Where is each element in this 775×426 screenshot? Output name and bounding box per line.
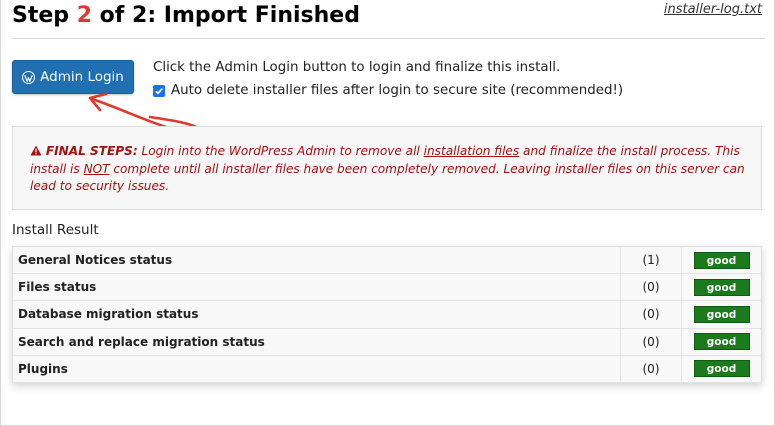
notice-text-3: complete until all installer files have … [30, 161, 745, 194]
row-count: (0) [620, 355, 682, 383]
row-count: (0) [620, 300, 682, 329]
installation-files-link[interactable]: installation files [424, 144, 520, 158]
wordpress-icon [22, 70, 36, 84]
installer-log-link[interactable]: installer-log.txt [664, 2, 762, 17]
admin-login-button[interactable]: Admin Login [12, 60, 134, 94]
table-row: Database migration status (0) good [12, 300, 762, 329]
table-row: General Notices status (1) good [12, 246, 762, 275]
row-name: Search and replace migration status [12, 328, 621, 356]
notice-text-1: Login into the WordPress Admin to remove… [137, 144, 424, 158]
admin-login-label: Admin Login [40, 69, 124, 85]
final-steps-notice: FINAL STEPS: Login into the WordPress Ad… [12, 126, 762, 210]
status-badge: good [693, 278, 750, 296]
auto-delete-option[interactable]: Auto delete installer files after login … [153, 83, 623, 98]
row-name: Files status [12, 273, 621, 302]
status-badge: good [693, 333, 750, 351]
install-result-label: Install Result [12, 222, 99, 238]
warning-icon [30, 145, 42, 156]
row-count: (0) [620, 273, 682, 302]
install-result-table: General Notices status (1) good Files st… [12, 246, 762, 383]
row-name: Database migration status [12, 300, 621, 329]
status-badge: good [693, 251, 750, 269]
table-row: Plugins (0) good [12, 355, 762, 383]
status-badge: good [693, 305, 750, 323]
row-name: General Notices status [12, 246, 621, 275]
title-divider [12, 38, 765, 39]
row-count: (0) [620, 328, 682, 356]
row-name: Plugins [12, 355, 621, 383]
status-badge: good [693, 360, 750, 378]
table-row: Search and replace migration status (0) … [12, 328, 762, 356]
auto-delete-label: Auto delete installer files after login … [171, 83, 624, 98]
row-count: (1) [620, 246, 682, 275]
title-suffix: of 2: Import Finished [92, 3, 360, 28]
page-title: Step 2 of 2: Import Finished [12, 3, 360, 28]
table-row: Files status (0) good [12, 273, 762, 302]
admin-login-instruction: Click the Admin Login button to login an… [153, 60, 561, 75]
title-step-number: 2 [76, 3, 93, 28]
not-emphasis: NOT [83, 161, 110, 176]
title-prefix: Step [12, 3, 77, 28]
final-steps-heading: FINAL STEPS: [45, 144, 138, 158]
